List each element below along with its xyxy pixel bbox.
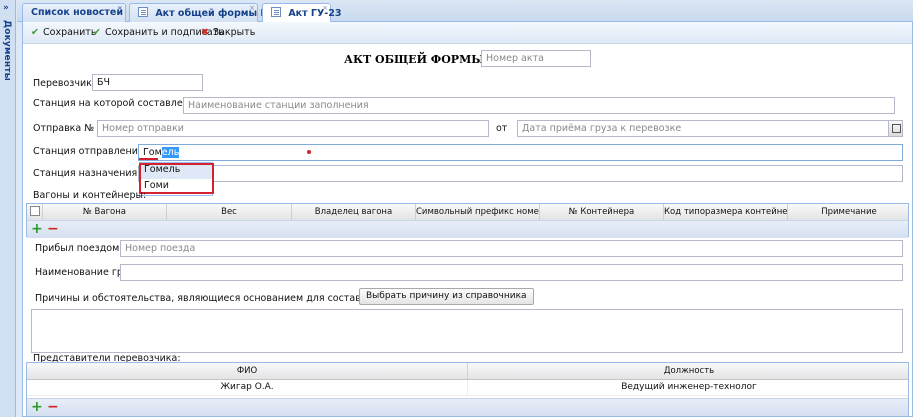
destination-station-label: Станция назначения : [33, 168, 144, 179]
grid-header: № Вагона Вес Владелец вагона Символьный … [27, 204, 908, 221]
checkmark-icon: ✔ [31, 27, 39, 38]
column-header-wagon-owner[interactable]: Владелец вагона [292, 204, 416, 220]
destination-station-input[interactable] [138, 165, 903, 182]
calendar-icon[interactable] [888, 121, 902, 136]
act-number-input[interactable]: Номер акта [481, 50, 591, 67]
tab-act-gu23[interactable]: Акт ГУ-23 × [262, 3, 341, 23]
close-icon: ✖ [201, 27, 209, 38]
underline-annotation [139, 158, 158, 160]
autocomplete-selection: ель [161, 147, 180, 158]
column-header-container-type[interactable]: Код типоразмера контейнера [664, 204, 788, 220]
save-button[interactable]: ✔ Сохранить [29, 27, 96, 38]
tab-label: Список новостей [31, 7, 123, 18]
from-label: от [496, 123, 508, 134]
departure-station-input[interactable]: Гомель [138, 144, 903, 161]
station-made-input[interactable]: Наименование станции заполнения [183, 97, 895, 114]
column-header-container-number[interactable]: № Контейнера [540, 204, 664, 220]
act-form-panel: ✔ Сохранить ✔ Сохранить и подписать ✖ Закры… [22, 22, 913, 417]
remove-row-icon[interactable]: − [47, 399, 59, 415]
column-header-symbol-prefix[interactable]: Символьный префикс номера ко [416, 204, 540, 220]
tab-news-list[interactable]: Список новостей × [22, 3, 126, 22]
typed-text: Гом [143, 147, 162, 158]
shipment-number-input[interactable]: Номер отправки [97, 120, 489, 137]
column-header-wagon-number[interactable]: № Вагона [43, 204, 167, 220]
add-row-icon[interactable]: + [31, 221, 43, 237]
close-tab-icon[interactable]: × [322, 4, 328, 12]
column-header-fio[interactable]: ФИО [27, 363, 468, 379]
carrier-input[interactable]: БЧ [92, 74, 203, 91]
wagons-label: Вагоны и контейнеры: [33, 190, 147, 201]
highlight-annotation [139, 163, 214, 194]
remove-row-icon[interactable]: − [47, 221, 59, 237]
documents-panel-title[interactable]: Документы [2, 20, 12, 81]
close-tab-icon[interactable]: × [117, 4, 123, 12]
acceptance-date-input[interactable]: Дата приёма груза к перевозке [517, 120, 903, 137]
representatives-grid: ФИО Должность Жигар О.А. Ведущий инженер… [26, 362, 909, 416]
table-row[interactable]: Жигар О.А. Ведущий инженер-технолог [27, 380, 908, 396]
departure-station-label: Станция отправления : [33, 146, 150, 157]
grid-toolbar: + − [27, 220, 908, 238]
cell-fio: Жигар О.А. [27, 380, 468, 396]
toolbar: ✔ Сохранить ✔ Сохранить и подписать ✖ Закры… [23, 22, 912, 44]
tab-act-general-form[interactable]: Акт общей формы ГУ-23 × [129, 3, 291, 22]
carrier-label: Перевозчик: [33, 78, 96, 89]
checkmark-icon: ✔ [93, 27, 101, 38]
train-number-input[interactable]: Номер поезда [120, 240, 903, 257]
column-header-weight[interactable]: Вес [167, 204, 292, 220]
shipment-label: Отправка № [33, 123, 95, 134]
cell-position: Ведущий инженер-технолог [621, 382, 757, 392]
column-header-position[interactable]: Должность [468, 363, 910, 379]
cargo-name-input[interactable] [120, 264, 903, 281]
column-header-note[interactable]: Примечание [788, 204, 910, 220]
dot-annotation [307, 150, 311, 154]
documents-side-panel[interactable]: » Документы [0, 0, 16, 417]
document-icon [138, 7, 148, 17]
select-all-checkbox[interactable] [27, 204, 43, 220]
choose-reason-button[interactable]: Выбрать причину из справочника [359, 288, 534, 305]
grid-header: ФИО Должность [27, 363, 908, 380]
document-icon [271, 7, 281, 17]
wagons-grid: № Вагона Вес Владелец вагона Символьный … [26, 203, 909, 238]
add-row-icon[interactable]: + [31, 399, 43, 415]
tab-strip: Список новостей × Акт общей формы ГУ-23 … [17, 0, 913, 23]
close-tab-icon[interactable]: × [249, 4, 255, 12]
close-button[interactable]: ✖ Закрыть [199, 27, 255, 38]
reasons-textarea[interactable] [31, 309, 903, 353]
page-title: АКТ ОБЩЕЙ ФОРМЫ № [344, 53, 501, 66]
expand-panel-icon[interactable]: » [3, 3, 9, 13]
tab-label: Акт ГУ-23 [288, 8, 342, 19]
grid-toolbar: + − [27, 398, 908, 416]
